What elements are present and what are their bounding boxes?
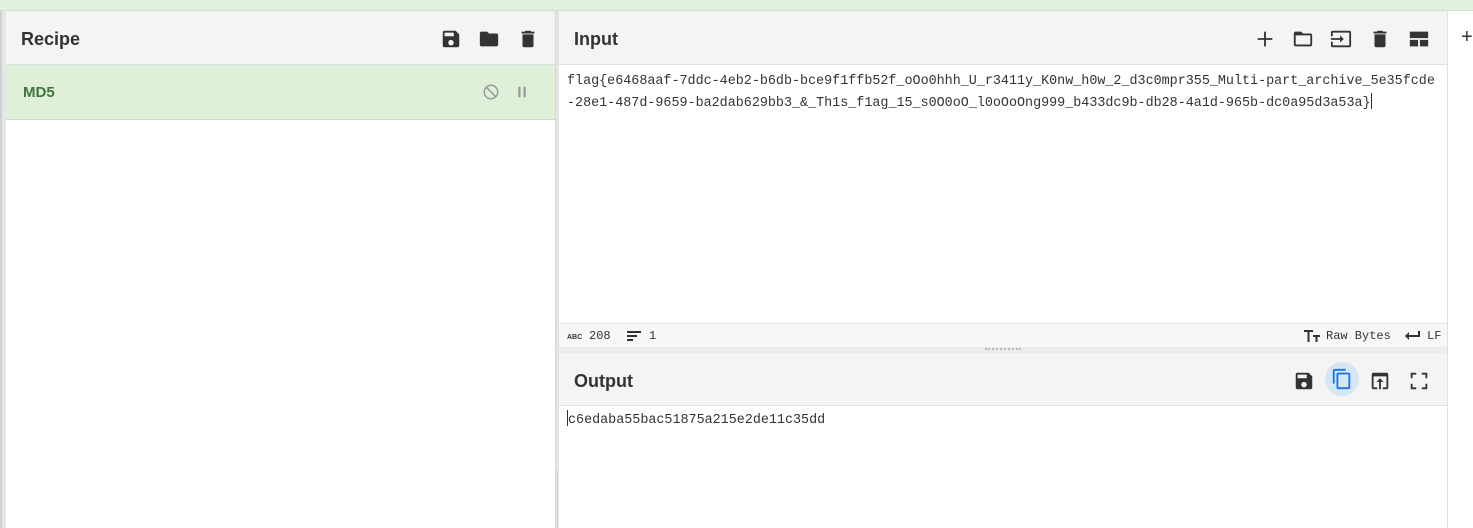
- save-icon: [442, 30, 460, 48]
- folder-icon: [479, 31, 499, 47]
- open-input-file-button[interactable]: [1290, 26, 1316, 52]
- save-recipe-button[interactable]: [438, 26, 464, 52]
- insert-input-button[interactable]: [1328, 26, 1354, 52]
- replace-input-button[interactable]: [1367, 368, 1393, 394]
- trash-icon: [521, 30, 535, 48]
- trash-icon: [1373, 30, 1387, 48]
- plus-icon: [1257, 31, 1273, 47]
- encoding-value: Raw Bytes: [1326, 329, 1391, 343]
- add-input-tab-button[interactable]: [1252, 26, 1278, 52]
- folder-open-icon: [1293, 31, 1313, 47]
- copy-icon: [1332, 368, 1351, 390]
- io-pane: Input flag{e6468aaf-7ddc-4eb2-b6db-bce9f…: [559, 11, 1447, 528]
- pause-icon: [518, 86, 526, 98]
- input-status-bar: ABC 208 1 Raw Bytes LF: [559, 323, 1447, 347]
- disable-operation-button[interactable]: [480, 81, 502, 103]
- layout-icon: [1409, 31, 1429, 47]
- char-count-value: 208: [589, 329, 611, 343]
- recipe-header: Recipe: [6, 11, 557, 65]
- app-root: Recipe MD5 Input flag{e6468aaf-7ddc-4eb2…: [0, 11, 1473, 528]
- save-output-button[interactable]: [1291, 368, 1317, 394]
- output-value: c6edaba55bac51875a215e2de11c35dd: [568, 413, 826, 428]
- operation-name: MD5: [23, 84, 55, 101]
- eol-selector[interactable]: LF: [1405, 329, 1441, 343]
- input-title: Input: [574, 29, 618, 49]
- encoding-selector[interactable]: Raw Bytes: [1304, 329, 1391, 343]
- eol-value: LF: [1427, 329, 1442, 343]
- top-banner-strip: [0, 0, 1473, 11]
- abc-icon: ABC: [567, 334, 582, 341]
- line-count-value: 1: [649, 329, 657, 343]
- recipe-pane: Recipe MD5: [0, 11, 557, 528]
- return-icon: [1405, 331, 1420, 340]
- insert-input-icon: [1330, 30, 1352, 48]
- replace-input-icon: [1371, 372, 1389, 390]
- text-size-icon: [1304, 330, 1320, 342]
- lines-icon: [627, 331, 641, 341]
- right-edge-panel: [1447, 11, 1473, 528]
- clear-input-button[interactable]: [1367, 26, 1393, 52]
- copy-output-button[interactable]: [1325, 362, 1359, 396]
- line-count: 1: [627, 329, 656, 343]
- maximise-icon: [1410, 372, 1428, 390]
- svg-text:ABC: ABC: [567, 334, 582, 341]
- maximise-output-button[interactable]: [1406, 368, 1432, 394]
- recipe-title: Recipe: [21, 29, 81, 49]
- output-header: Output: [559, 353, 1447, 406]
- char-count: ABC 208: [567, 329, 611, 343]
- save-icon: [1295, 372, 1313, 390]
- disable-icon: [483, 84, 499, 100]
- load-recipe-button[interactable]: [476, 26, 502, 52]
- output-textarea[interactable]: c6edaba55bac51875a215e2de11c35dd: [567, 410, 825, 432]
- edge-plus-icon[interactable]: +: [1461, 26, 1473, 49]
- input-textarea[interactable]: flag{e6468aaf-7ddc-4eb2-b6db-bce9f1ffb52…: [567, 71, 1437, 115]
- pause-operation-button[interactable]: [511, 81, 533, 103]
- recipe-operation-md5[interactable]: MD5: [6, 65, 557, 120]
- output-title: Output: [574, 371, 633, 391]
- input-header: Input: [559, 11, 1447, 65]
- reset-layout-button[interactable]: [1406, 26, 1432, 52]
- clear-recipe-button[interactable]: [515, 26, 541, 52]
- input-value: flag{e6468aaf-7ddc-4eb2-b6db-bce9f1ffb52…: [567, 74, 1435, 111]
